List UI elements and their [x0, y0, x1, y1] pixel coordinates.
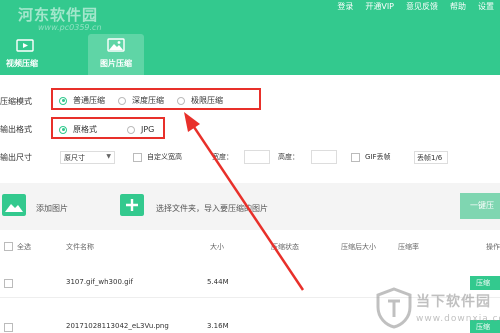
radio-label: 原格式 — [73, 125, 97, 134]
login-link[interactable]: 登录 — [337, 1, 353, 12]
feedback-link[interactable]: 意见反馈 — [406, 1, 438, 12]
compress-mode-group: 普通压缩 深度压缩 极限压缩 — [59, 95, 236, 106]
watermark: 当下软件园 www.downxia.com — [374, 287, 500, 331]
gif-drop-frame-checkbox[interactable] — [351, 153, 360, 162]
site-logo: 河东软件园 — [18, 6, 99, 24]
app-header: 河东软件园 www.pc0359.cn 登录 开通VIP 意见反馈 帮助 设置 … — [0, 0, 500, 75]
radio-deep-compress[interactable]: 深度压缩 — [118, 95, 164, 106]
col-file-name: 文件名称 — [66, 243, 94, 251]
radio-dot — [177, 96, 185, 105]
radio-normal-compress[interactable]: 普通压缩 — [59, 95, 105, 106]
file-size: 5.44M — [207, 278, 229, 286]
file-name: 3107.gif_wh300.gif — [66, 278, 133, 286]
col-status: 压缩状态 — [271, 243, 299, 251]
radio-label: 深度压缩 — [132, 96, 164, 105]
col-compress-rate: 压缩率 — [398, 243, 419, 251]
row-checkbox[interactable] — [4, 279, 13, 288]
radio-label: 普通压缩 — [73, 96, 105, 105]
radio-label: 极限压缩 — [191, 96, 223, 105]
shield-logo-icon — [376, 287, 412, 329]
radio-dot — [127, 125, 135, 134]
row-checkbox[interactable] — [4, 323, 13, 332]
vip-link[interactable]: 开通VIP — [365, 1, 394, 12]
file-size: 3.16M — [207, 322, 229, 330]
size-select[interactable]: 原尺寸 ▼ — [60, 151, 115, 164]
add-image-icon[interactable] — [2, 194, 26, 216]
file-table-header: 全选 文件名称 大小 压缩状态 压缩后大小 压缩率 操作 — [0, 238, 500, 256]
height-input[interactable] — [311, 150, 337, 164]
select-all-checkbox[interactable] — [4, 242, 13, 251]
drop-frame-value: 丢帧1/6 — [417, 154, 443, 162]
add-image-button[interactable]: 添加图片 — [36, 203, 68, 214]
custom-size-label: 自定义宽高 — [147, 153, 182, 161]
gif-drop-frame-label: GIF丢帧 — [365, 153, 391, 161]
site-logo-url: www.pc0359.cn — [38, 23, 102, 32]
col-select-all: 全选 — [17, 243, 31, 251]
top-links: 登录 开通VIP 意见反馈 帮助 设置 — [337, 1, 494, 12]
custom-size-checkbox[interactable] — [133, 153, 142, 162]
radio-jpg-format[interactable]: JPG — [127, 125, 154, 134]
watermark-main: 当下软件园 — [416, 294, 491, 310]
one-key-compress-button[interactable]: 一键压 — [460, 193, 500, 219]
output-size-label: 输出尺寸 — [0, 153, 32, 162]
size-select-value: 原尺寸 — [64, 154, 85, 162]
drop-frame-select[interactable]: 丢帧1/6 — [414, 151, 448, 164]
radio-dot — [59, 125, 67, 134]
output-format-label: 输出格式 — [0, 125, 32, 134]
help-link[interactable]: 帮助 — [450, 1, 466, 12]
radio-extreme-compress[interactable]: 极限压缩 — [177, 95, 223, 106]
tab-video-label: 视频压缩 — [6, 59, 38, 68]
chevron-down-icon: ▼ — [106, 153, 111, 160]
watermark-sub: www.downxia.com — [416, 314, 500, 324]
radio-dot — [59, 96, 67, 105]
output-size-row: 输出尺寸 原尺寸 ▼ 自定义宽高 宽度： 高度： GIF丢帧 丢帧1/6 — [0, 148, 500, 168]
radio-original-format[interactable]: 原格式 — [59, 124, 97, 135]
file-name: 20171028113042_eL3Vu.png — [66, 322, 169, 330]
settings-link[interactable]: 设置 — [478, 1, 494, 12]
radio-label: JPG — [141, 125, 155, 134]
width-label: 宽度： — [212, 153, 233, 161]
compress-mode-label: 压缩模式 — [0, 97, 32, 106]
width-input[interactable] — [244, 150, 270, 164]
tab-video-compress[interactable]: 视频压缩 — [0, 34, 56, 75]
select-folder-button[interactable]: 选择文件夹，导入要压缩的图片 — [156, 203, 268, 214]
output-format-group: 原格式 JPG — [59, 124, 167, 135]
tab-image-label: 图片压缩 — [100, 59, 132, 68]
col-size: 大小 — [210, 243, 224, 251]
col-actions: 操作 — [486, 243, 500, 251]
tab-image-compress[interactable]: 图片压缩 — [88, 34, 144, 75]
video-icon — [16, 39, 34, 52]
action-bar: 添加图片 选择文件夹，导入要压缩的图片 一键压 — [0, 183, 500, 230]
add-folder-icon[interactable] — [120, 194, 144, 216]
height-label: 高度： — [278, 153, 299, 161]
radio-dot — [118, 96, 126, 105]
col-compressed-size: 压缩后大小 — [341, 243, 376, 251]
image-icon — [107, 38, 125, 52]
